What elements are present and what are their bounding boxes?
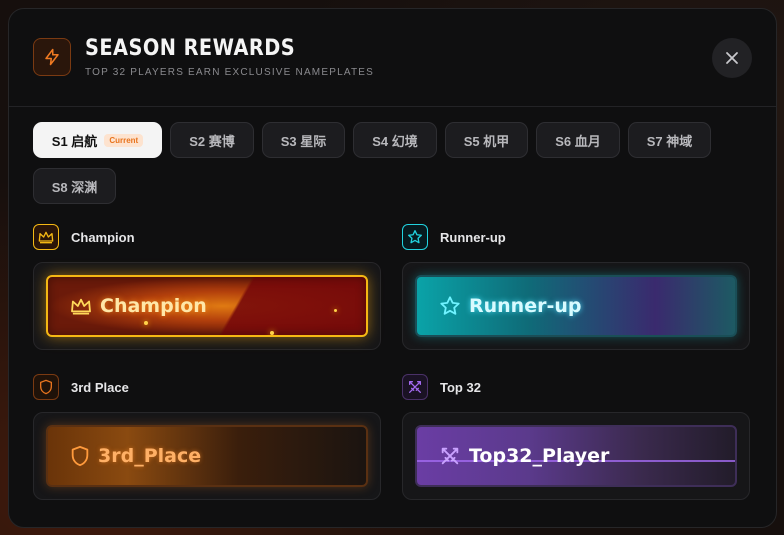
- runner-up-nameplate: Runner-up: [415, 275, 737, 337]
- star-icon: [402, 224, 428, 250]
- third-place-card[interactable]: 3rd_Place: [33, 412, 381, 500]
- crown-icon: [33, 224, 59, 250]
- champion-card[interactable]: Champion: [33, 262, 381, 350]
- tab-s3[interactable]: S3 星际: [262, 122, 345, 158]
- crossed-swords-icon: [439, 445, 461, 467]
- lightning-icon: [33, 38, 71, 76]
- third-place-section-label: 3rd Place: [33, 374, 129, 400]
- tab-label: S4 幻境: [372, 133, 418, 149]
- champion-label: Champion: [71, 229, 135, 245]
- nameplate-text: Champion: [100, 295, 207, 317]
- top32-card[interactable]: Top32_Player: [402, 412, 750, 500]
- tab-s7[interactable]: S7 神域: [628, 122, 711, 158]
- shield-icon: [70, 445, 90, 467]
- modal-subtitle: TOP 32 PLAYERS EARN EXCLUSIVE NAMEPLATES: [85, 67, 375, 78]
- top32-section-label: Top 32: [402, 374, 481, 400]
- sparkle: [334, 309, 337, 312]
- nameplate-text: Runner-up: [469, 295, 582, 317]
- tab-label: S3 星际: [280, 133, 327, 149]
- season-rewards-modal: SEASON REWARDS TOP 32 PLAYERS EARN EXCLU…: [8, 8, 777, 528]
- nameplate-text: 3rd_Place: [98, 445, 202, 467]
- tab-label: S1 启航: [51, 133, 98, 149]
- tab-s4[interactable]: S4 幻境: [353, 122, 437, 158]
- third-place-nameplate: 3rd_Place: [46, 425, 368, 487]
- modal-header: SEASON REWARDS TOP 32 PLAYERS EARN EXCLU…: [9, 9, 776, 107]
- crown-icon: [70, 297, 92, 315]
- runner-up-section-label: Runner-up: [402, 224, 506, 250]
- tab-s5[interactable]: S5 机甲: [445, 122, 528, 158]
- top32-label: Top 32: [440, 379, 481, 395]
- tab-label: S7 神域: [646, 133, 693, 149]
- modal-title: SEASON REWARDS: [85, 36, 296, 61]
- tab-label: S8 深渊: [51, 179, 98, 195]
- nameplate-text: Top32_Player: [469, 445, 610, 467]
- close-icon: [726, 52, 738, 64]
- sparkle: [270, 331, 274, 335]
- tab-label: S6 血月: [555, 133, 601, 149]
- runner-up-label: Runner-up: [440, 229, 506, 245]
- tab-label: S5 机甲: [463, 133, 510, 149]
- sparkle: [144, 321, 148, 325]
- champion-nameplate: Champion: [46, 275, 368, 337]
- top32-nameplate: Top32_Player: [415, 425, 737, 487]
- tab-s8[interactable]: S8 深渊: [33, 168, 116, 204]
- third-place-label: 3rd Place: [71, 379, 129, 395]
- tab-s2[interactable]: S2 赛博: [170, 122, 254, 158]
- star-icon: [439, 295, 461, 317]
- current-badge: Current: [104, 133, 144, 147]
- tab-s6[interactable]: S6 血月: [536, 122, 620, 158]
- shield-icon: [33, 374, 59, 400]
- crossed-swords-icon: [402, 374, 428, 400]
- champion-section-label: Champion: [33, 224, 135, 250]
- runner-up-card[interactable]: Runner-up: [402, 262, 750, 350]
- close-button[interactable]: [712, 38, 752, 78]
- tab-label: S2 赛博: [189, 133, 235, 149]
- tab-s1[interactable]: S1 启航 Current: [33, 122, 162, 158]
